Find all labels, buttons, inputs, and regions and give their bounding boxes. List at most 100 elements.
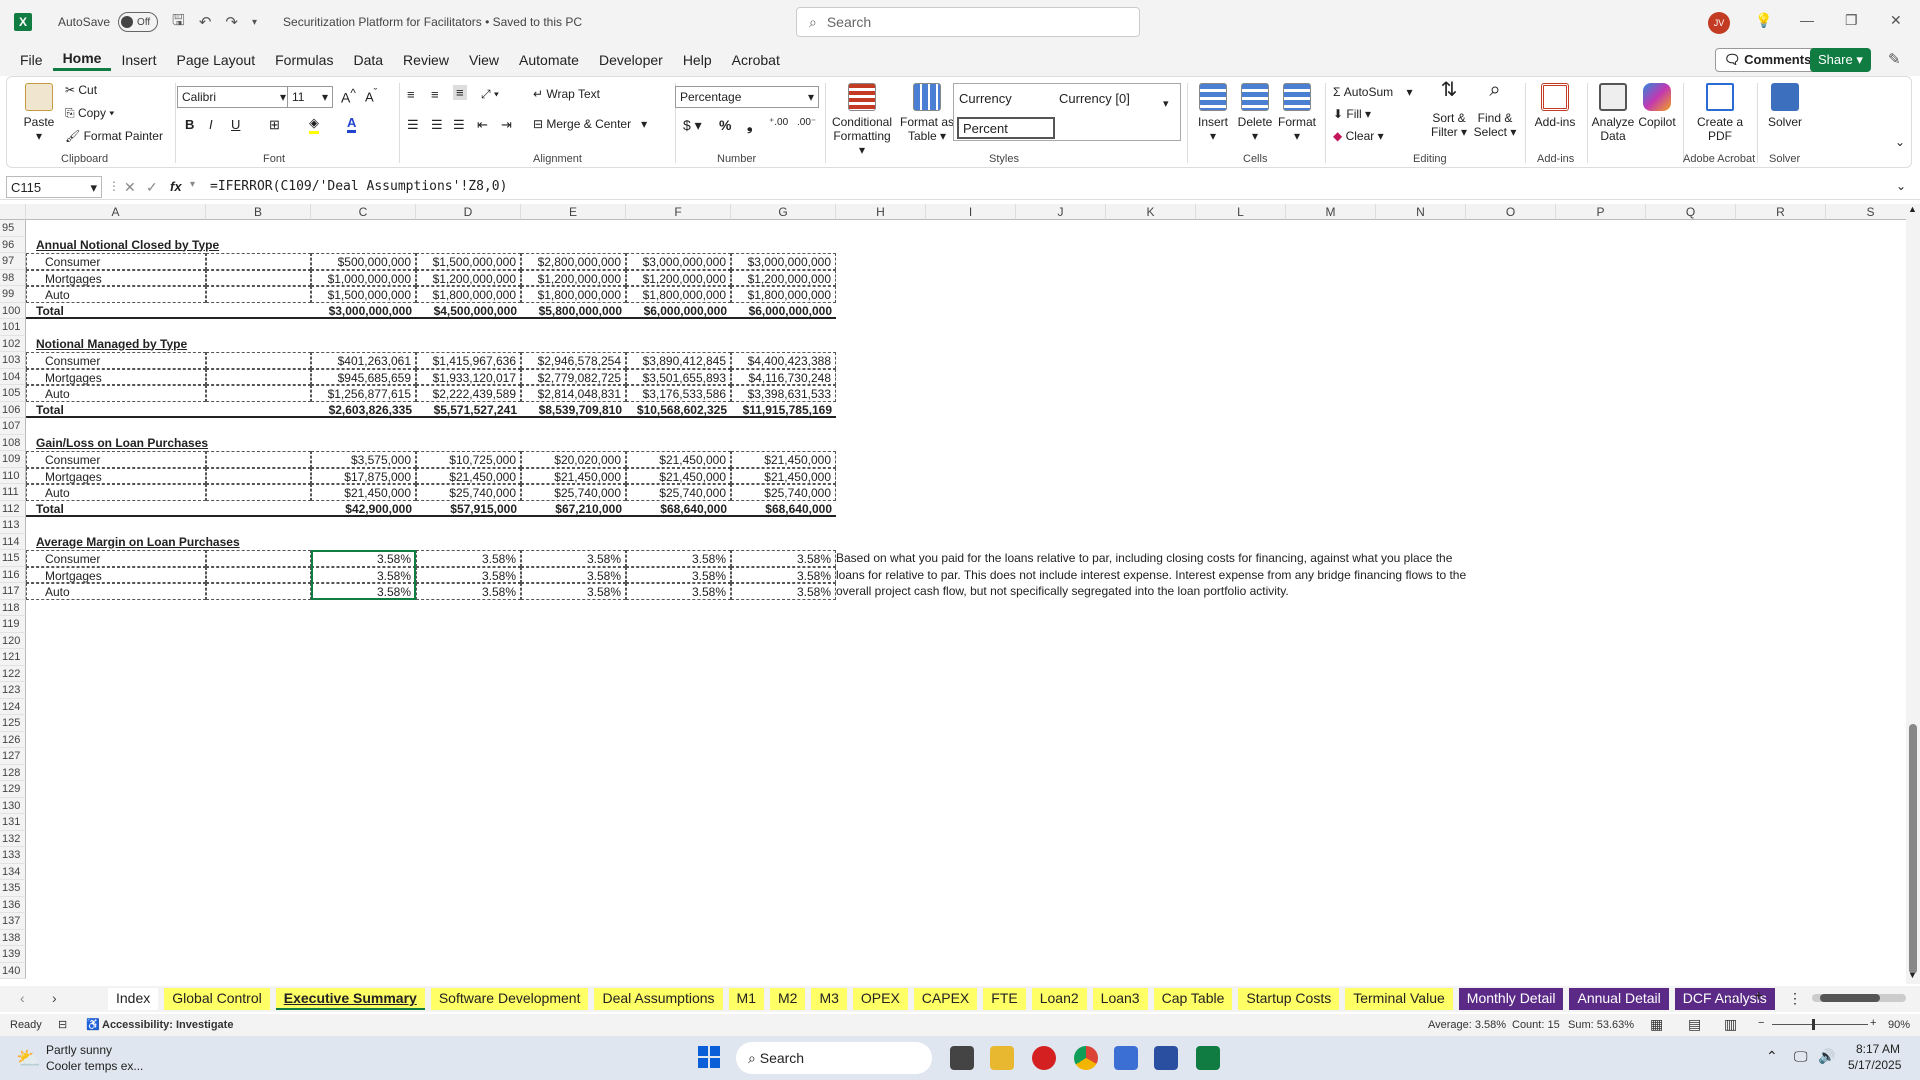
table-cell[interactable]: $1,415,967,636: [416, 352, 521, 369]
table-cell[interactable]: $1,500,000,000: [416, 253, 521, 270]
table-cell[interactable]: $1,800,000,000: [521, 286, 626, 303]
column-header-o[interactable]: O: [1466, 204, 1556, 220]
sheet-tab[interactable]: FTE: [983, 988, 1026, 1010]
table-cell[interactable]: $1,200,000,000: [626, 269, 731, 286]
taskbar-search[interactable]: ⌕ Search: [736, 1042, 932, 1074]
table-cell[interactable]: $2,603,826,335: [311, 402, 416, 418]
table-cell[interactable]: $17,875,000: [311, 467, 416, 484]
column-header-h[interactable]: H: [836, 204, 926, 220]
row-header[interactable]: 119: [0, 616, 26, 633]
page-layout-view-icon[interactable]: ▤: [1688, 1016, 1701, 1033]
sheet-tab[interactable]: Executive Summary: [275, 988, 425, 1010]
notepad-icon[interactable]: [1154, 1046, 1178, 1070]
copy-button[interactable]: ⎘ Copy ▾: [65, 106, 114, 121]
table-cell[interactable]: $67,210,000: [521, 501, 626, 517]
table-cell[interactable]: 3.58%: [416, 583, 521, 600]
empty-cell[interactable]: [206, 484, 311, 501]
table-cell[interactable]: $4,500,000,000: [416, 303, 521, 319]
opera-icon[interactable]: [1032, 1046, 1056, 1070]
save-icon[interactable]: 🖫: [172, 10, 185, 35]
table-cell[interactable]: 3.58%: [521, 566, 626, 583]
row-label[interactable]: Consumer: [26, 451, 206, 468]
table-cell[interactable]: $21,450,000: [731, 451, 836, 468]
style-percent[interactable]: Percent: [957, 117, 1055, 139]
style-currency-0[interactable]: Currency [0]: [1059, 91, 1130, 106]
insert-cells-button[interactable]: Insert ▾: [1193, 83, 1233, 143]
decrease-decimal-icon[interactable]: .00⁻: [797, 117, 816, 128]
create-pdf-button[interactable]: Create a PDF: [1695, 83, 1745, 143]
column-header-q[interactable]: Q: [1646, 204, 1736, 220]
find-select-button[interactable]: ⌕ Find & Select ▾: [1473, 80, 1517, 139]
menu-acrobat[interactable]: Acrobat: [722, 52, 790, 68]
row-label[interactable]: Consumer: [26, 550, 206, 567]
sheet-tab[interactable]: M3: [811, 988, 847, 1010]
table-cell[interactable]: $1,256,877,615: [311, 385, 416, 402]
vertical-scrollbar[interactable]: ▲ ▼: [1906, 204, 1920, 984]
row-label[interactable]: Auto: [26, 484, 206, 501]
autosave-toggle[interactable]: Off: [118, 12, 159, 32]
avatar[interactable]: JV: [1708, 12, 1730, 34]
row-header[interactable]: 103: [0, 352, 26, 369]
table-cell[interactable]: $3,890,412,845: [626, 352, 731, 369]
network-icon[interactable]: 🖵: [1794, 1048, 1808, 1065]
menu-data[interactable]: Data: [343, 52, 393, 68]
table-cell[interactable]: $42,900,000: [311, 501, 416, 517]
table-cell[interactable]: $8,539,709,810: [521, 402, 626, 418]
name-box[interactable]: C115 ▾: [6, 176, 102, 198]
search-input[interactable]: ⌕ Search: [796, 7, 1140, 37]
menu-formulas[interactable]: Formulas: [265, 52, 343, 68]
note-text[interactable]: loans for relative to par. This does not…: [836, 567, 1556, 584]
document-title[interactable]: Securitization Platform for Facilitators…: [283, 15, 582, 29]
weather-title[interactable]: Partly sunny: [46, 1043, 112, 1057]
row-header[interactable]: 102: [0, 335, 26, 352]
table-cell[interactable]: $21,450,000: [626, 451, 731, 468]
accessibility-status[interactable]: Accessibility: Investigate: [102, 1019, 233, 1031]
row-header[interactable]: 134: [0, 863, 26, 880]
conditional-formatting-button[interactable]: Conditional Formatting ▾: [829, 83, 895, 157]
table-cell[interactable]: $57,915,000: [416, 501, 521, 517]
snipping-tool-icon[interactable]: [1114, 1046, 1138, 1070]
table-cell[interactable]: $10,568,602,325: [626, 402, 731, 418]
row-header[interactable]: 139: [0, 946, 26, 963]
row-header[interactable]: 110: [0, 467, 26, 484]
table-cell[interactable]: $3,000,000,000: [626, 253, 731, 270]
row-header[interactable]: 116: [0, 566, 26, 583]
percent-format-icon[interactable]: %: [719, 117, 731, 133]
row-label[interactable]: Mortgages: [26, 467, 206, 484]
more-sheets-icon[interactable]: ⋯: [1724, 990, 1738, 1007]
align-top-icon[interactable]: ≡: [407, 87, 415, 102]
row-header[interactable]: 138: [0, 929, 26, 946]
zoom-in-icon[interactable]: +: [1870, 1017, 1876, 1029]
menu-insert[interactable]: Insert: [111, 52, 166, 68]
next-sheet-icon[interactable]: ›: [52, 990, 57, 1006]
column-header-b[interactable]: B: [206, 204, 311, 220]
row-header[interactable]: 117: [0, 583, 26, 600]
autosum-button[interactable]: Σ AutoSum ▾: [1333, 85, 1412, 99]
sheet-tab[interactable]: OPEX: [852, 988, 908, 1010]
table-cell[interactable]: $2,814,048,831: [521, 385, 626, 402]
zoom-level[interactable]: 90%: [1888, 1019, 1910, 1031]
table-cell[interactable]: $2,779,082,725: [521, 368, 626, 385]
menu-help[interactable]: Help: [673, 52, 722, 68]
sheet-tab[interactable]: Cap Table: [1153, 988, 1233, 1010]
row-label[interactable]: Mortgages: [26, 269, 206, 286]
bold-icon[interactable]: B: [185, 117, 194, 132]
weather-icon[interactable]: ⛅: [16, 1046, 41, 1071]
table-cell[interactable]: $401,263,061: [311, 352, 416, 369]
sheet-tab[interactable]: Monthly Detail: [1458, 988, 1564, 1010]
sheet-tab[interactable]: Global Control: [164, 988, 270, 1010]
table-cell[interactable]: $4,400,423,388: [731, 352, 836, 369]
row-header[interactable]: 121: [0, 649, 26, 666]
row-header[interactable]: 137: [0, 913, 26, 930]
sheet-tab[interactable]: Loan2: [1031, 988, 1087, 1010]
column-header-e[interactable]: E: [521, 204, 626, 220]
show-hidden-icons-icon[interactable]: ⌃: [1766, 1048, 1778, 1065]
table-cell[interactable]: $21,450,000: [311, 484, 416, 501]
row-header[interactable]: 113: [0, 517, 26, 534]
table-cell[interactable]: $500,000,000: [311, 253, 416, 270]
row-header[interactable]: 135: [0, 880, 26, 897]
add-ins-button[interactable]: Add-ins: [1531, 83, 1579, 129]
table-cell[interactable]: $1,800,000,000: [731, 286, 836, 303]
horizontal-scrollbar[interactable]: [1812, 994, 1906, 1002]
table-cell[interactable]: $1,933,120,017: [416, 368, 521, 385]
